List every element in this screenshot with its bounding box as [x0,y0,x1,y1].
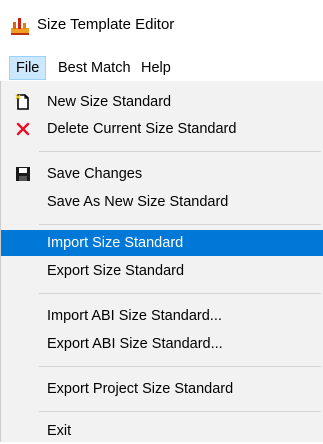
menu-item-new-size-standard[interactable]: New Size Standard [1,89,323,115]
menu-item-import-abi[interactable]: Import ABI Size Standard... [1,303,323,329]
title-bar: Size Template Editor [0,0,323,54]
menu-best-match[interactable]: Best Match [52,56,137,80]
menu-separator [39,224,321,225]
menu-help[interactable]: Help [135,56,177,80]
menu-item-import-size-standard[interactable]: Import Size Standard [1,230,323,256]
menu-item-label: Export ABI Size Standard... [47,336,223,352]
menu-item-export-size-standard[interactable]: Export Size Standard [1,258,323,284]
new-document-icon [15,94,29,110]
menu-item-label: New Size Standard [47,94,172,110]
menu-item-export-project[interactable]: Export Project Size Standard [1,376,323,402]
floppy-disk-icon [16,167,30,181]
size-template-app-icon [11,18,29,35]
menu-item-label: Export Project Size Standard [47,381,234,397]
menu-item-exit[interactable]: Exit [1,418,323,444]
menu-item-save-as-new[interactable]: Save As New Size Standard [1,189,323,215]
menu-separator [39,151,321,152]
menu-separator [39,411,321,412]
menu-item-save-changes[interactable]: Save Changes [1,161,323,187]
window-title: Size Template Editor [37,16,175,33]
menu-separator [39,366,321,367]
menu-item-label: Import Size Standard [47,235,184,251]
menu-file[interactable]: File [9,56,47,80]
menu-item-label: Exit [47,423,72,439]
menu-item-label: Delete Current Size Standard [47,121,237,137]
menu-item-label: Save Changes [47,166,143,182]
menu-bar: File Best Match Help [0,54,323,82]
menu-item-label: Import ABI Size Standard... [47,308,222,324]
menu-item-label: Save As New Size Standard [47,194,229,210]
menu-item-export-abi[interactable]: Export ABI Size Standard... [1,331,323,357]
menu-separator [39,293,321,294]
menu-item-delete-size-standard[interactable]: Delete Current Size Standard [1,116,323,142]
menu-item-label: Export Size Standard [47,263,185,279]
file-menu-dropdown: New Size Standard Delete Current Size St… [0,81,323,442]
delete-x-icon [16,122,30,136]
